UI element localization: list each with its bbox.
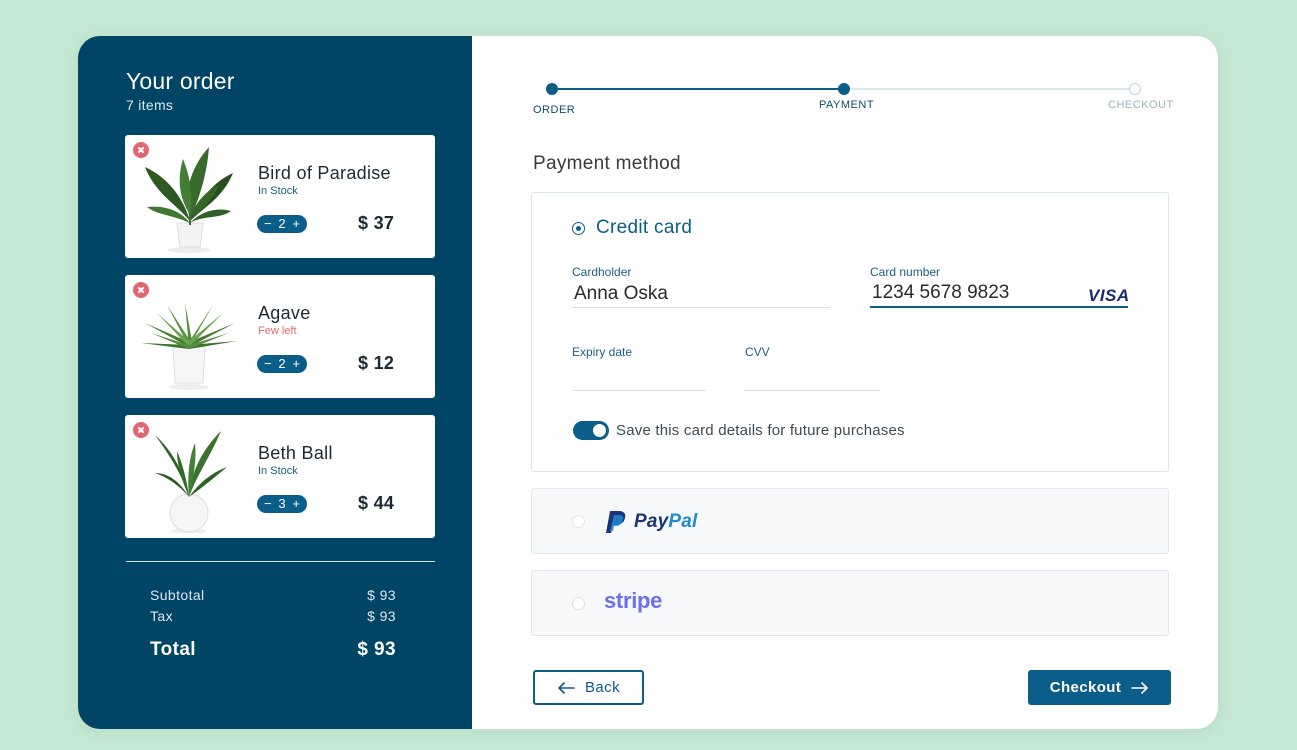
cardholder-input[interactable] bbox=[572, 280, 830, 308]
item-stock-status: In Stock bbox=[258, 185, 298, 197]
total-label: Total bbox=[150, 639, 196, 660]
item-stock-status: Few left bbox=[258, 325, 297, 337]
checkout-button[interactable]: Checkout bbox=[1028, 670, 1171, 705]
order-item-agave: Agave Few left − 2 + $ 12 bbox=[125, 275, 435, 398]
step-payment-dot[interactable] bbox=[838, 83, 850, 95]
item-name: Agave bbox=[258, 303, 311, 323]
payment-panel: ORDER PAYMENT CHECKOUT Payment method Cr… bbox=[472, 36, 1218, 729]
paypal-pal-text: Pal bbox=[668, 511, 698, 532]
checkout-stepper: ORDER PAYMENT CHECKOUT bbox=[532, 80, 1173, 120]
subtotal-label: Subtotal bbox=[150, 587, 205, 603]
order-totals: Subtotal $ 93 Tax $ 93 Total $ 93 bbox=[150, 587, 396, 660]
quantity-value: 2 bbox=[278, 216, 286, 231]
save-card-toggle[interactable] bbox=[573, 421, 609, 440]
quantity-stepper: − 2 + bbox=[257, 355, 307, 373]
tax-row: Tax $ 93 bbox=[150, 608, 396, 629]
remove-item-icon[interactable] bbox=[133, 422, 149, 438]
order-item-bird-of-paradise: Bird of Paradise In Stock − 2 + $ 37 bbox=[125, 135, 435, 258]
checkout-window: Your order 7 items Bird of Paradise In S… bbox=[78, 36, 1218, 729]
expiry-date-input[interactable] bbox=[572, 363, 706, 391]
paypal-logo: PayPal bbox=[605, 510, 698, 534]
increase-quantity-button[interactable]: + bbox=[292, 495, 300, 513]
quantity-stepper: − 2 + bbox=[257, 215, 307, 233]
payment-method-title: Payment method bbox=[533, 153, 681, 174]
cardholder-label: Cardholder bbox=[572, 265, 632, 279]
decrease-quantity-button[interactable]: − bbox=[264, 355, 272, 373]
beth-ball-image bbox=[137, 421, 243, 534]
total-row: Total $ 93 bbox=[150, 639, 396, 660]
subtotal-row: Subtotal $ 93 bbox=[150, 587, 396, 608]
paypal-icon bbox=[606, 511, 626, 533]
paypal-pay-text: Pay bbox=[634, 511, 669, 532]
item-price: $ 12 bbox=[358, 353, 395, 373]
item-name: Bird of Paradise bbox=[258, 163, 391, 183]
step-order-label[interactable]: ORDER bbox=[533, 104, 575, 116]
item-stock-status: In Stock bbox=[258, 465, 298, 477]
remove-item-icon[interactable] bbox=[133, 282, 149, 298]
quantity-value: 3 bbox=[278, 496, 286, 511]
stripe-radio[interactable] bbox=[572, 597, 585, 610]
stripe-logo: stripe bbox=[604, 588, 663, 613]
order-sidebar: Your order 7 items Bird of Paradise In S… bbox=[78, 36, 472, 729]
save-card-label: Save this card details for future purcha… bbox=[616, 422, 905, 439]
increase-quantity-button[interactable]: + bbox=[292, 215, 300, 233]
card-number-label: Card number bbox=[870, 265, 941, 279]
order-items-list: Bird of Paradise In Stock − 2 + $ 37 Aga… bbox=[125, 135, 435, 555]
step-order-dot[interactable] bbox=[546, 83, 558, 95]
subtotal-value: $ 93 bbox=[367, 587, 396, 603]
back-button-label: Back bbox=[585, 679, 620, 696]
paypal-radio[interactable] bbox=[572, 515, 585, 528]
item-price: $ 44 bbox=[358, 493, 395, 513]
item-name: Beth Ball bbox=[258, 443, 333, 463]
order-item-beth-ball: Beth Ball In Stock − 3 + $ 44 bbox=[125, 415, 435, 538]
remove-item-icon[interactable] bbox=[133, 142, 149, 158]
arrow-right-icon bbox=[1131, 681, 1149, 694]
order-title: Your order bbox=[126, 68, 235, 94]
stepper-remaining-line bbox=[839, 88, 1130, 90]
totals-divider bbox=[126, 561, 435, 562]
stripe-option[interactable]: stripe bbox=[531, 570, 1169, 636]
credit-card-radio[interactable] bbox=[572, 222, 585, 235]
step-checkout-dot[interactable] bbox=[1129, 83, 1141, 95]
step-payment-label[interactable]: PAYMENT bbox=[819, 99, 874, 111]
visa-logo-icon: VISA bbox=[1088, 286, 1130, 305]
tax-label: Tax bbox=[150, 608, 173, 624]
cvv-label: CVV bbox=[745, 345, 770, 359]
stepper-progress-line bbox=[547, 88, 839, 90]
decrease-quantity-button[interactable]: − bbox=[264, 215, 272, 233]
checkout-button-label: Checkout bbox=[1049, 679, 1122, 696]
back-button[interactable]: Back bbox=[533, 670, 644, 705]
step-checkout-label[interactable]: CHECKOUT bbox=[1108, 99, 1174, 111]
decrease-quantity-button[interactable]: − bbox=[264, 495, 272, 513]
expiry-date-label: Expiry date bbox=[572, 345, 633, 359]
credit-card-option: Credit card Cardholder Card number VISA … bbox=[531, 192, 1169, 472]
quantity-value: 2 bbox=[278, 356, 286, 371]
tax-value: $ 93 bbox=[367, 608, 396, 624]
cvv-input[interactable] bbox=[745, 363, 879, 391]
item-price: $ 37 bbox=[358, 213, 395, 233]
increase-quantity-button[interactable]: + bbox=[292, 355, 300, 373]
bird-of-paradise-image bbox=[137, 141, 243, 253]
total-value: $ 93 bbox=[357, 639, 396, 660]
credit-card-label[interactable]: Credit card bbox=[596, 217, 692, 239]
arrow-left-icon bbox=[558, 681, 575, 694]
paypal-option[interactable]: PayPal bbox=[531, 488, 1169, 554]
agave-image bbox=[137, 281, 243, 393]
quantity-stepper: − 3 + bbox=[257, 495, 307, 513]
order-item-count: 7 items bbox=[126, 97, 174, 113]
